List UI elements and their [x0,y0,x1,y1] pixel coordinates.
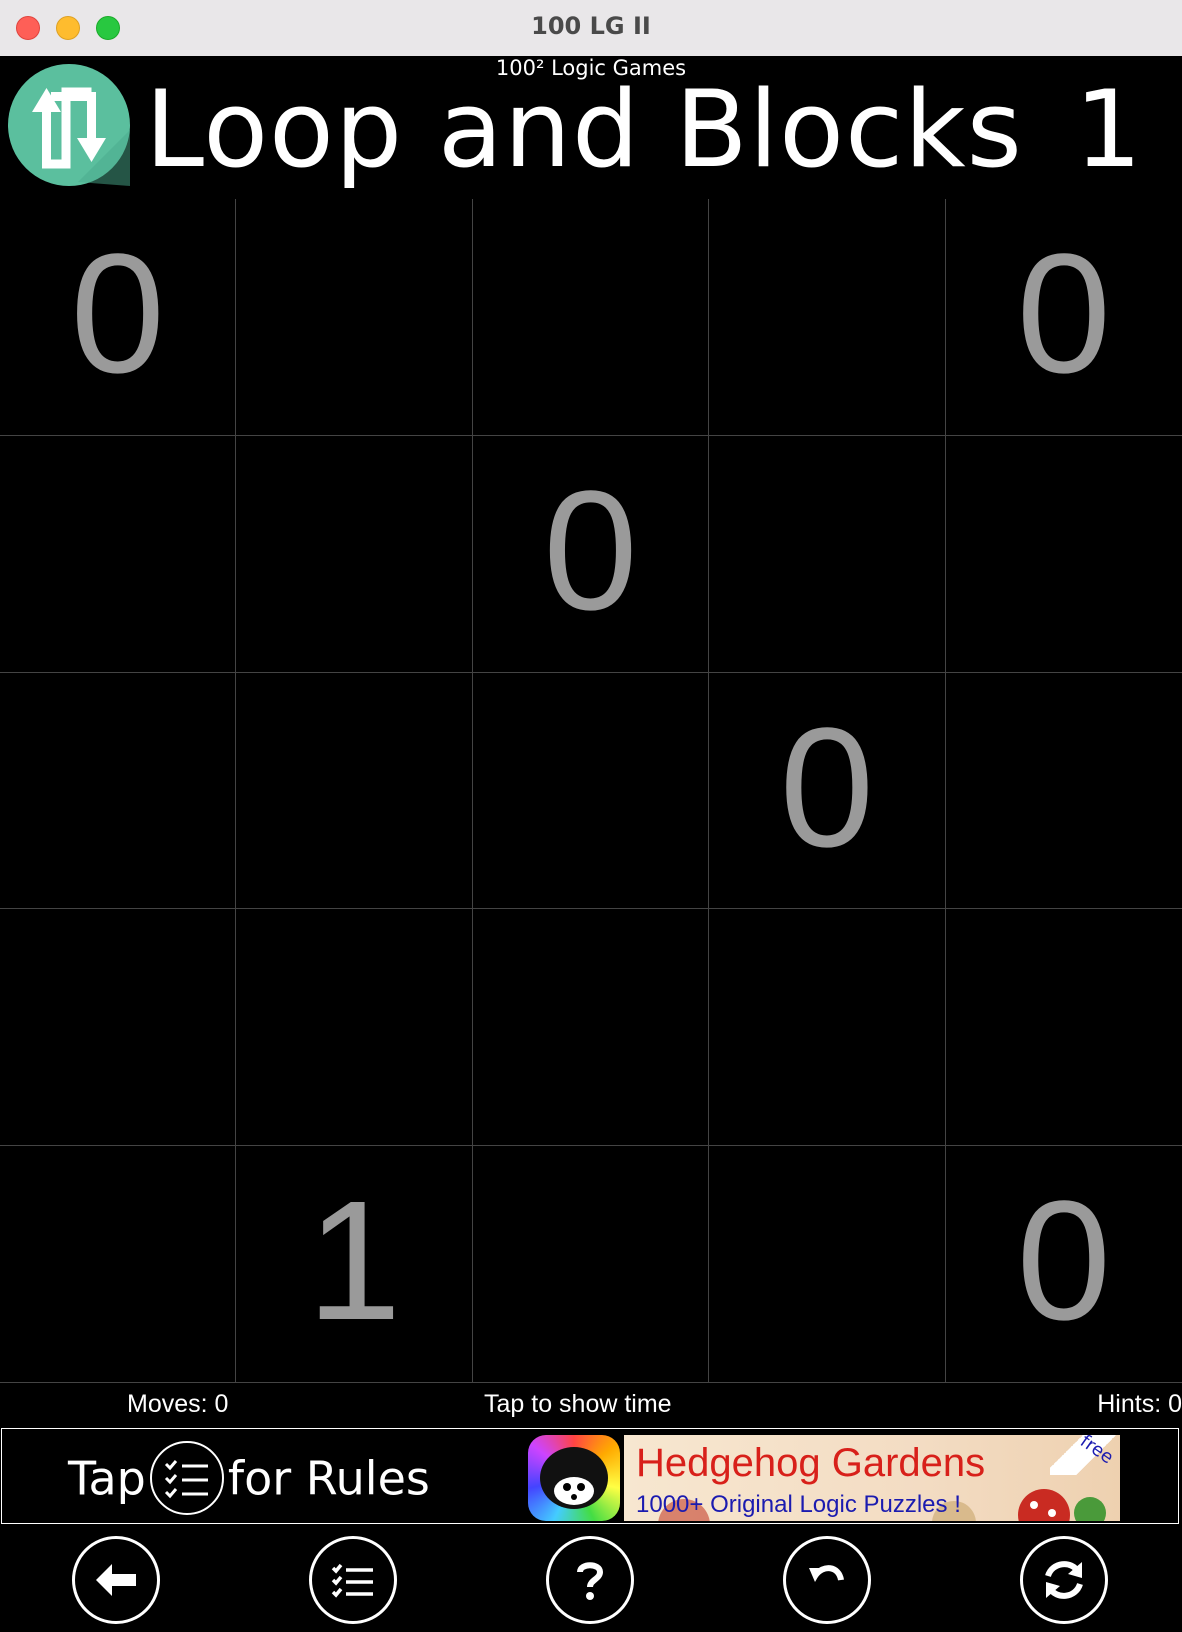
moves-counter: Moves: 0 [127,1390,229,1418]
grid-cell[interactable] [709,199,946,436]
grid-cell[interactable] [236,199,473,436]
grid-cell[interactable]: 0 [709,672,946,910]
cell-clue: 0 [779,692,875,883]
grid-cell[interactable] [236,672,473,910]
help-button[interactable] [546,1536,634,1624]
grid-cell[interactable]: 0 [472,435,710,673]
checklist-icon [331,1563,373,1598]
rules-hint-suffix: for Rules [227,1451,430,1506]
hedgehog-app-icon [528,1435,620,1521]
ad-title: Hedgehog Gardens [636,1441,986,1485]
game-screen: 100² Logic Games Loop and Blocks 1 00001… [0,56,1182,1632]
grid-cell[interactable]: 0 [0,199,237,436]
rules-hint-prefix: Tap [68,1451,146,1506]
cell-clue: 0 [543,455,638,646]
timer-toggle[interactable]: Tap to show time [484,1390,672,1419]
rules-button[interactable] [309,1536,397,1624]
grid-cell[interactable]: 0 [945,199,1182,436]
grid-cell[interactable] [945,909,1182,1147]
grid-cell[interactable] [472,1146,710,1383]
grid-cell[interactable] [0,1146,237,1383]
cell-clue: 0 [1016,1166,1112,1357]
grid-cell[interactable] [709,1146,946,1383]
grid-cell[interactable] [472,199,710,436]
restart-button[interactable] [1020,1536,1108,1624]
puzzle-grid: 000010 [0,199,1182,1383]
status-bar: Moves: 0 Tap to show time Hints: 0 [0,1384,1182,1424]
grid-cell[interactable] [945,673,1182,910]
ad-free-badge: free [1050,1431,1120,1475]
grid-cell[interactable] [709,435,946,673]
undo-button[interactable] [783,1536,871,1624]
bottom-banner: Tap for Rules Hedgehog Gardens 1000+ Ori… [1,1428,1179,1524]
hints-counter: Hints: 0 [1097,1390,1182,1418]
checklist-icon [149,1441,224,1515]
grid-cell[interactable] [709,909,946,1147]
grid-cell[interactable] [236,909,473,1147]
ad-banner[interactable]: Hedgehog Gardens 1000+ Original Logic Pu… [528,1431,1120,1521]
back-button[interactable] [72,1536,160,1624]
grid-cell[interactable] [0,909,237,1147]
arrow-left-icon [96,1564,136,1596]
grid-cell[interactable] [0,435,237,673]
cell-clue: 0 [1016,219,1112,409]
grid-cell[interactable] [0,672,237,910]
grid-cell[interactable]: 0 [945,1146,1182,1383]
swap-arrows-icon[interactable] [8,64,130,186]
window-title: 100 LG II [531,12,651,40]
question-icon [577,1562,604,1600]
bottom-toolbar [0,1534,1182,1632]
undo-icon [809,1565,844,1582]
refresh-icon [1045,1561,1083,1599]
ad-free-label: free [1075,1430,1117,1469]
window-titlebar: 100 LG II [0,0,1182,57]
grid-cell[interactable] [945,436,1182,673]
cell-clue: 0 [70,219,165,409]
grid-cell[interactable] [472,909,710,1147]
puzzle-number: 1 [1074,68,1142,191]
rules-hint[interactable]: Tap for Rules [68,1441,430,1519]
ad-subtitle: 1000+ Original Logic Puzzles ! [636,1491,961,1518]
grid-cell[interactable]: 1 [236,1146,473,1383]
grid-cell[interactable] [236,435,473,673]
game-title: Loop and Blocks [145,68,1023,191]
cell-clue: 1 [306,1166,402,1357]
grid-cell[interactable] [472,672,710,910]
